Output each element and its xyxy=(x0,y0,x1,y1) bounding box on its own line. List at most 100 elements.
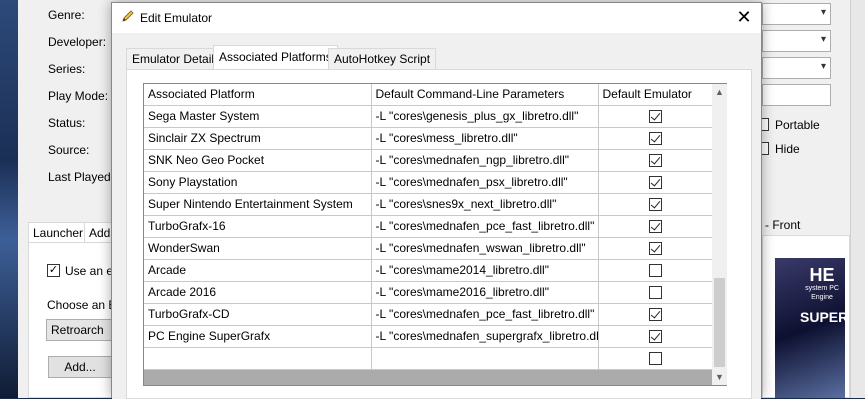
default-emulator-checkbox[interactable] xyxy=(648,308,662,322)
platform-cell[interactable]: Sinclair ZX Spectrum xyxy=(144,127,372,150)
play-mode-field[interactable] xyxy=(762,84,831,106)
column-header-default-emulator[interactable]: Default Emulator xyxy=(598,84,712,106)
parameters-cell[interactable]: -L "cores\snes9x_next_libretro.dll" xyxy=(371,193,599,216)
genre-combo[interactable]: ▾ xyxy=(762,3,831,25)
default-emulator-cell xyxy=(598,347,712,370)
cover-logo: HE system PC Engine SUPER xyxy=(800,266,848,325)
table-row[interactable]: SNK Neo Geo Pocket -L "cores\mednafen_ngp… xyxy=(144,149,712,172)
default-emulator-cell xyxy=(598,281,712,304)
parameters-cell[interactable]: -L "cores\mednafen_ngp_libretro.dll" xyxy=(371,149,599,172)
last-played-label: Last Played: xyxy=(48,170,115,184)
desktop-background xyxy=(0,0,18,398)
developer-combo[interactable]: ▾ xyxy=(762,30,831,52)
scroll-up-icon[interactable]: ▲ xyxy=(712,84,727,100)
table-row[interactable]: TurboGrafx-16 -L "cores\mednafen_pce_fast… xyxy=(144,215,712,238)
default-emulator-cell xyxy=(598,237,712,260)
scroll-thumb[interactable] xyxy=(714,278,725,367)
parameters-cell[interactable] xyxy=(371,347,599,370)
tab-associated-platforms[interactable]: Associated Platforms xyxy=(213,45,338,70)
platform-cell[interactable]: TurboGrafx-CD xyxy=(144,303,372,326)
default-emulator-checkbox[interactable] xyxy=(648,220,662,234)
hide-label: Hide xyxy=(775,142,800,156)
table-row[interactable]: WonderSwan -L "cores\mednafen_wswan_libre… xyxy=(144,237,712,260)
use-emulator-checkbox[interactable]: ✓ xyxy=(47,264,60,277)
default-emulator-cell xyxy=(598,259,712,282)
default-emulator-cell xyxy=(598,325,712,348)
default-emulator-cell xyxy=(598,303,712,326)
platform-cell[interactable]: Arcade xyxy=(144,259,372,282)
platform-cell[interactable]: Arcade 2016 xyxy=(144,281,372,304)
column-header-platform[interactable]: Associated Platform xyxy=(144,84,372,106)
tab-autohotkey-script[interactable]: AutoHotkey Script xyxy=(328,48,437,69)
window-scrollbar[interactable] xyxy=(850,0,865,398)
platform-cell[interactable]: Sony Playstation xyxy=(144,171,372,194)
header-row: Associated Platform Default Command-Line… xyxy=(144,84,712,106)
status-label: Status: xyxy=(48,116,86,130)
default-emulator-checkbox[interactable] xyxy=(648,176,662,190)
platform-cell[interactable]: PC Engine SuperGrafx xyxy=(144,325,372,348)
parameters-cell[interactable]: -L "cores\mess_libretro.dll" xyxy=(371,127,599,150)
platforms-grid: Associated Platform Default Command-Line… xyxy=(143,83,727,386)
default-emulator-cell xyxy=(598,193,712,216)
parameters-cell[interactable]: -L "cores\mednafen_pce_fast_libretro.dll… xyxy=(371,215,599,238)
hide-checkbox[interactable]: Hide xyxy=(756,142,800,156)
add-button[interactable]: Add... xyxy=(48,356,112,378)
table-row[interactable]: TurboGrafx-CD -L "cores\mednafen_pce_fast… xyxy=(144,303,712,326)
dialog-body: Emulator Details Associated Platforms Au… xyxy=(112,33,761,399)
platform-cell[interactable]: WonderSwan xyxy=(144,237,372,260)
default-emulator-checkbox[interactable] xyxy=(648,330,662,344)
table-row[interactable] xyxy=(144,347,712,370)
tab-launcher[interactable]: Launcher xyxy=(28,222,89,243)
play-mode-label: Play Mode: xyxy=(48,89,109,103)
table-row[interactable]: Sega Master System -L "cores\genesis_plus… xyxy=(144,105,712,128)
default-emulator-checkbox[interactable] xyxy=(648,132,662,146)
series-label: Series: xyxy=(48,62,86,76)
scroll-down-icon[interactable]: ▼ xyxy=(712,369,727,385)
tab-additional[interactable]: Addi xyxy=(84,222,113,243)
parameters-cell[interactable]: -L "cores\mednafen_wswan_libretro.dll" xyxy=(371,237,599,260)
cover-logo-name: SUPER xyxy=(800,309,849,325)
table-row[interactable]: Sony Playstation -L "cores\mednafen_psx_l… xyxy=(144,171,712,194)
parameters-cell[interactable]: -L "cores\mednafen_supergrafx_libretro.d… xyxy=(371,325,599,348)
title-bar[interactable]: Edit Emulator ✕ xyxy=(112,3,761,33)
table-row[interactable]: PC Engine SuperGrafx -L "cores\mednafen_s… xyxy=(144,325,712,348)
series-combo[interactable]: ▾ xyxy=(762,57,831,79)
parameters-cell[interactable]: -L "cores\mame2016_libretro.dll" xyxy=(371,281,599,304)
default-emulator-cell xyxy=(598,105,712,128)
tab-front-image[interactable]: - Front xyxy=(762,215,850,235)
platform-cell[interactable]: TurboGrafx-16 xyxy=(144,215,372,238)
default-emulator-checkbox[interactable] xyxy=(648,286,662,300)
default-emulator-cell xyxy=(598,215,712,238)
table-row[interactable]: Sinclair ZX Spectrum -L "cores\mess_libre… xyxy=(144,127,712,150)
default-emulator-checkbox[interactable] xyxy=(648,352,662,366)
table-row[interactable]: Arcade -L "cores\mame2014_libretro.dll" xyxy=(144,259,712,282)
use-emulator-label: Use an er xyxy=(65,264,118,278)
emulator-combo[interactable]: Retroarch xyxy=(46,319,112,341)
default-emulator-checkbox[interactable] xyxy=(648,110,662,124)
parameters-cell[interactable]: -L "cores\mednafen_pce_fast_libretro.dll… xyxy=(371,303,599,326)
grid-viewport: Associated Platform Default Command-Line… xyxy=(144,84,712,385)
parameters-cell[interactable]: -L "cores\genesis_plus_gx_libretro.dll" xyxy=(371,105,599,128)
table-row[interactable]: Super Nintendo Entertainment System -L "c… xyxy=(144,193,712,216)
grid-scrollbar[interactable]: ▲ ▼ xyxy=(712,84,727,385)
cover-logo-sub: system PC Engine xyxy=(805,285,839,301)
platform-cell[interactable]: Super Nintendo Entertainment System xyxy=(144,193,372,216)
default-emulator-checkbox[interactable] xyxy=(648,198,662,212)
genre-label: Genre: xyxy=(48,8,85,22)
platform-cell[interactable]: Sega Master System xyxy=(144,105,372,128)
default-emulator-checkbox[interactable] xyxy=(648,154,662,168)
default-emulator-checkbox[interactable] xyxy=(648,264,662,278)
close-button[interactable]: ✕ xyxy=(727,3,761,32)
platform-cell[interactable] xyxy=(144,347,372,370)
edit-emulator-dialog: Edit Emulator ✕ Emulator Details Associa… xyxy=(111,2,762,399)
default-emulator-cell xyxy=(598,127,712,150)
parameters-cell[interactable]: -L "cores\mednafen_psx_libretro.dll" xyxy=(371,171,599,194)
parameters-cell[interactable]: -L "cores\mame2014_libretro.dll" xyxy=(371,259,599,282)
column-header-parameters[interactable]: Default Command-Line Parameters xyxy=(371,84,599,106)
portable-checkbox[interactable]: Portable xyxy=(756,118,820,132)
portable-label: Portable xyxy=(775,118,820,132)
table-row[interactable]: Arcade 2016 -L "cores\mame2016_libretro.d… xyxy=(144,281,712,304)
tab-emulator-details[interactable]: Emulator Details xyxy=(126,48,227,69)
platform-cell[interactable]: SNK Neo Geo Pocket xyxy=(144,149,372,172)
default-emulator-checkbox[interactable] xyxy=(648,242,662,256)
